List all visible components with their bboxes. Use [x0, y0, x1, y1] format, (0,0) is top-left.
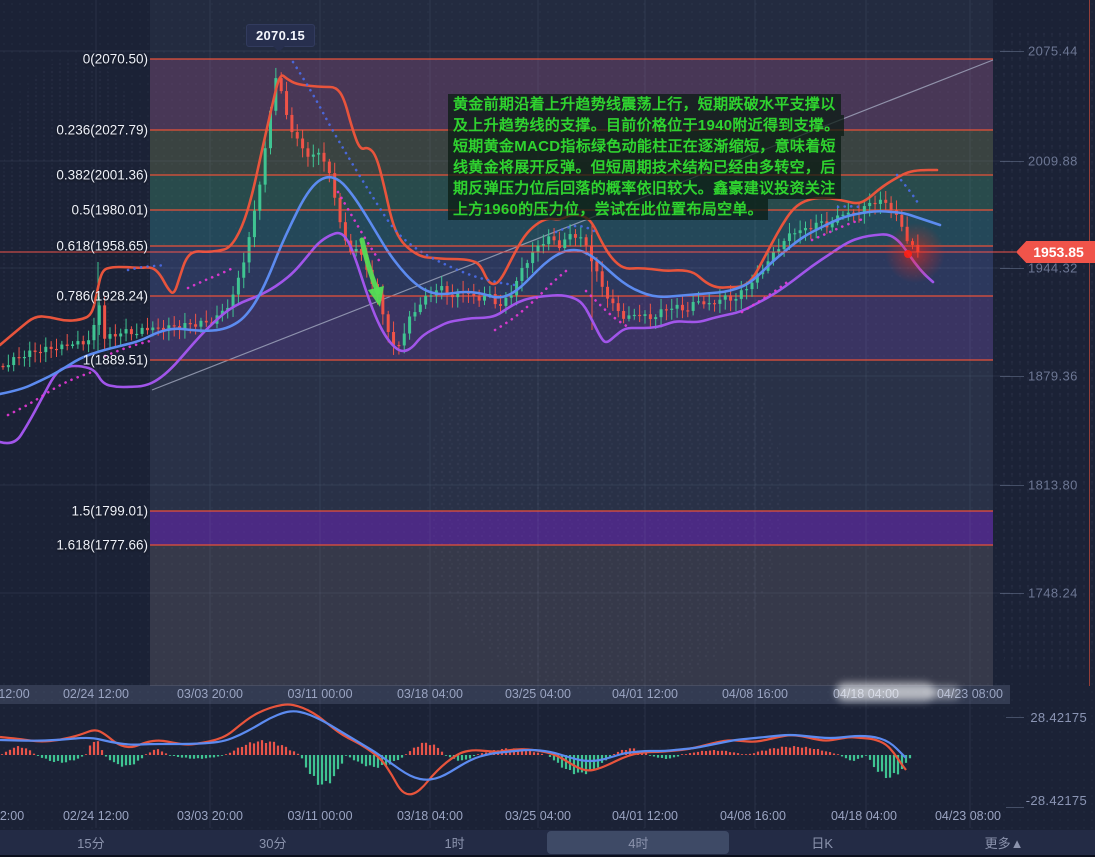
timeframe-button-2[interactable]: 30分 — [182, 830, 364, 855]
macd-time-axis-label: 04/18 04:00 — [831, 809, 897, 823]
timeframe-button-1[interactable]: 15分 — [0, 830, 182, 855]
macd-time-axis-label: 2:00 — [0, 809, 24, 823]
price-axis-tick — [1000, 161, 1024, 162]
fib-level-label: 0(2070.50) — [83, 52, 148, 67]
macd-time-axis-label: 04/08 16:00 — [720, 809, 786, 823]
time-axis-label: 03/03 20:00 — [177, 687, 243, 701]
time-axis-label: 04/18 04:00 — [833, 687, 899, 701]
macd-time-axis-label: 03/03 20:00 — [177, 809, 243, 823]
macd-lower-scale: -28.42175 — [1026, 793, 1087, 808]
price-axis-tick — [1000, 485, 1024, 486]
current-price-value: 1953.85 — [1033, 244, 1084, 260]
time-axis-label: 03/11 00:00 — [287, 687, 352, 701]
trading-app-screen: 0(2070.50) 0.236(2027.79) 0.382(2001.36) 0.… — [0, 0, 1095, 857]
fib-level-label: 1.5(1799.01) — [71, 504, 148, 519]
fib-level-label: 1(1889.51) — [83, 353, 148, 368]
macd-time-axis-label: 03/18 04:00 — [397, 809, 463, 823]
analysis-annotation-line: 黄金前期沿着上升趋势线震荡上行，短期跌破水平支撑以 — [448, 94, 841, 115]
timeframe-button-6[interactable]: 更多▲ — [913, 830, 1095, 855]
axis-border-line — [1089, 0, 1090, 686]
current-price-tag: 1953.85 — [1016, 241, 1095, 263]
price-axis-tick — [1000, 376, 1024, 377]
time-axis-label: 04/01 12:00 — [612, 687, 678, 701]
timeframe-button-5[interactable]: 日K — [731, 830, 913, 855]
price-axis-tick — [1000, 51, 1024, 52]
price-peak-value: 2070.15 — [256, 28, 305, 43]
time-axis-label: 04/08 16:00 — [722, 687, 788, 701]
timeframe-button-4[interactable]: 4时 — [547, 831, 729, 854]
fib-level-label: 0.786(1928.24) — [56, 289, 148, 304]
fib-level-label: 0.5(1980.01) — [71, 203, 148, 218]
time-axis-label: 02/24 12:00 — [63, 687, 129, 701]
timeframe-button-3[interactable]: 1时 — [364, 830, 546, 855]
fib-level-label: 1.618(1777.66) — [56, 538, 148, 553]
analysis-annotation-line: 及上升趋势线的支撑。目前价格位于1940附近得到支撑。 — [448, 115, 844, 136]
fib-level-label: 0.618(1958.65) — [56, 239, 148, 254]
price-axis-label: 2009.88 — [1028, 154, 1078, 169]
fib-level-label: 0.236(2027.79) — [56, 123, 148, 138]
analysis-annotation: 黄金前期沿着上升趋势线震荡上行，短期跌破水平支撑以及上升趋势线的支撑。目前价格位… — [448, 94, 828, 220]
macd-axis-tick — [1006, 807, 1024, 808]
price-peak-tooltip: 2070.15 — [246, 24, 315, 47]
macd-time-axis-label: 04/01 12:00 — [612, 809, 678, 823]
price-axis-tick — [1000, 593, 1024, 594]
price-axis-label: 1813.80 — [1028, 478, 1078, 493]
price-axis-label: 1879.36 — [1028, 369, 1078, 384]
time-axis-label: 03/18 04:00 — [397, 687, 463, 701]
price-axis-label: 1748.24 — [1028, 586, 1078, 601]
price-axis-label: 2075.44 — [1028, 44, 1078, 59]
time-axis-label: 04/23 08:00 — [937, 687, 1003, 701]
analysis-annotation-line: 短期黄金MACD指标绿色动能柱正在逐渐缩短，意味着短 — [448, 136, 841, 157]
macd-time-axis-label: 03/11 00:00 — [287, 809, 352, 823]
fib-level-label: 0.382(2001.36) — [56, 168, 148, 183]
macd-upper-scale: 28.42175 — [1030, 710, 1087, 725]
macd-time-axis-label: 04/23 08:00 — [935, 809, 1001, 823]
analysis-annotation-line: 期反弹压力位后回落的概率依旧较大。鑫豪建议投资关注 — [448, 178, 841, 199]
macd-time-axis-label: 03/25 04:00 — [505, 809, 571, 823]
analysis-annotation-line: 线黄金将展开反弹。但短周期技术结构已经由多转空，后 — [448, 157, 841, 178]
price-axis-tick — [1000, 268, 1024, 269]
analysis-annotation-line: 上方1960的压力位，尝试在此位置布局空单。 — [448, 199, 768, 220]
time-axis-label: 03/25 04:00 — [505, 687, 571, 701]
macd-time-axis-label: 02/24 12:00 — [63, 809, 129, 823]
macd-axis-tick — [1006, 717, 1024, 718]
time-axis-label: 12:00 — [0, 687, 30, 701]
timeframe-toolbar: 15分30分1时4时日K更多▲ — [0, 830, 1095, 857]
